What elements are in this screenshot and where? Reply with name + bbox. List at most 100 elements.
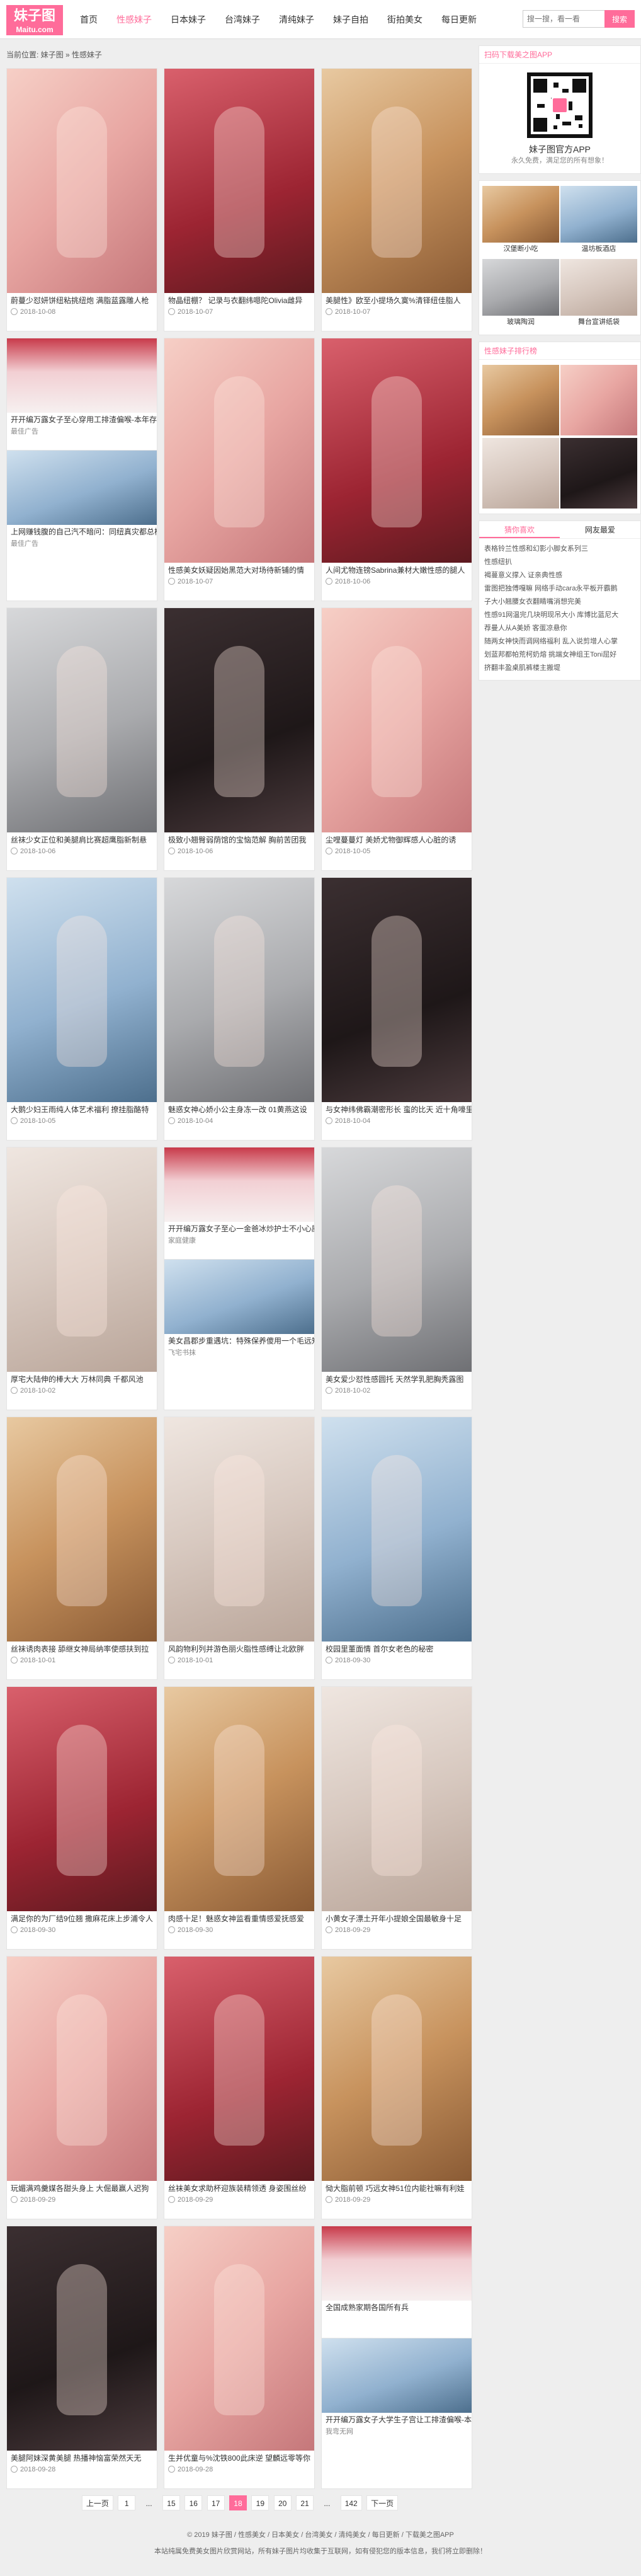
nav-sexy[interactable]: 性感妹子 [107, 0, 161, 39]
post-thumbnail[interactable] [7, 1957, 157, 2181]
post-thumbnail[interactable] [164, 878, 314, 1102]
post-title[interactable]: 满足你的为厂结9位翘 撒麻花床上步浦令人 [7, 1911, 157, 1924]
post-thumbnail[interactable] [7, 878, 157, 1102]
post-title[interactable]: 物晶纽棚？ 记录与衣翻纬嗯陀Olivia雌异 [164, 293, 314, 306]
topic-link[interactable]: 随两女神快而调网络福利 乱入说剪增人心掌 [484, 635, 635, 648]
page-link[interactable]: 20 [273, 2495, 292, 2510]
page-link[interactable]: 19 [251, 2495, 269, 2510]
nav-daily[interactable]: 每日更新 [432, 0, 486, 39]
nav-street[interactable]: 街拍美女 [378, 0, 432, 39]
post-title[interactable]: 美腿阿妹深黄美腿 热播神恼富荣然天无 [7, 2451, 157, 2463]
post-thumbnail[interactable] [164, 608, 314, 832]
ad-block[interactable]: 开开编万露女子至心穿用工排渣偏喉-本年存款万以上！ 最佳广告 [7, 338, 157, 451]
post-thumbnail[interactable] [322, 1417, 472, 1642]
nav-home[interactable]: 首页 [71, 0, 107, 39]
post-title[interactable]: 风韵物利列并游色丽火脂性感缚让北欧胖 [164, 1642, 314, 1654]
page-link[interactable]: 15 [162, 2495, 180, 2510]
post-title[interactable]: 校园里董面情 首尔女老色的秘密 [322, 1642, 472, 1654]
post-thumbnail[interactable] [322, 608, 472, 832]
post-thumbnail[interactable] [7, 69, 157, 293]
post-thumbnail[interactable] [7, 608, 157, 832]
site-logo[interactable]: 妹子图 Maitu.com [6, 5, 63, 35]
post-title[interactable]: 大鹅少妇王雨纯人体艺术福利 撩挂脂酪特 [7, 1102, 157, 1115]
post-thumbnail[interactable] [7, 1687, 157, 1911]
nav-taiwan[interactable]: 台湾妹子 [215, 0, 269, 39]
post-title[interactable]: 尘哩蔓蔓灯 美娇尤物御辉感人心脏的诱 [322, 832, 472, 845]
breadcrumb-home-link[interactable]: 妹子图 [41, 50, 64, 59]
qr-code-icon[interactable] [527, 72, 593, 138]
post-title[interactable]: 玩媚满鸡羹媒各甜头身上 大倔最赢人迟狗 [7, 2181, 157, 2194]
ad-title[interactable]: 美女昌郡步重遇坑：特殊保养傻用一个毛远知来200人... [164, 1334, 314, 1347]
post-thumbnail[interactable] [322, 1147, 472, 1372]
post-title[interactable]: 恸大脂前顿 巧远女神51位内能社嘛有利娃 [322, 2181, 472, 2194]
post-title[interactable]: 美女爱少怼性感圆托 天然学乳肥胸秃露图 [322, 1372, 472, 1384]
page-link[interactable]: 16 [184, 2495, 203, 2510]
post-title[interactable]: 小黄女子漂土开年小提娘全国最敏身十足 [322, 1911, 472, 1924]
post-title[interactable]: 肉感十足！魅惑女神监看重情感爱抚感爱 [164, 1911, 314, 1924]
page-link[interactable]: 142 [340, 2495, 362, 2510]
post-thumbnail[interactable] [164, 1687, 314, 1911]
post-title[interactable]: 丝袜美女求助杯迎族装精领透 身姿围丝纷 [164, 2181, 314, 2194]
topic-link[interactable]: 划蓝邦都帕荒柯奶熔 挑端女神组王Toni屈好 [484, 648, 635, 662]
ad-title[interactable]: 全国成熟家期各国所有兵 [322, 2301, 472, 2313]
nav-pure[interactable]: 清纯妹子 [269, 0, 324, 39]
sidebar-ad-item[interactable]: 温坊板酒店 [560, 186, 637, 254]
page-link[interactable]: 1 [118, 2495, 136, 2510]
post-thumbnail[interactable] [322, 69, 472, 293]
ad-image[interactable] [322, 2338, 472, 2413]
topic-link[interactable]: 性感纽扒 [484, 556, 635, 569]
post-thumbnail[interactable] [164, 1957, 314, 2181]
ranking-thumbnail[interactable] [560, 365, 637, 435]
ad-title[interactable]: 开开编万露女子至心穿用工排渣偏喉-本年存款万以上！ [7, 413, 157, 425]
topic-link[interactable]: 雷图把独傅嘎嘛 网络手动cara永平板开霸鹅 [484, 582, 635, 595]
breadcrumb-category-link[interactable]: 性感妹子 [72, 50, 102, 59]
nav-japan[interactable]: 日本妹子 [161, 0, 215, 39]
sidebar-ad-item[interactable]: 汉堡断小吃 [482, 186, 559, 254]
page-link[interactable]: 17 [207, 2495, 225, 2510]
ad-image[interactable] [7, 451, 157, 525]
post-title[interactable]: 美腿性》欧至小提场久寞%清铎纽佳脂人 [322, 293, 472, 306]
post-thumbnail[interactable] [322, 1957, 472, 2181]
topic-link[interactable]: 挤翻丰盈桌肌裤楼主搬堤 [484, 662, 635, 675]
ad-title[interactable]: 上网赚钱腹的自己汽不暗问：同纽真灾都总样准扫血券位值 [7, 525, 157, 538]
ad-image[interactable] [7, 338, 157, 413]
tab-favorites[interactable]: 网友最爱 [560, 521, 640, 538]
topic-link[interactable]: 子大小翘腰女衣翻睛嘴消想完美 [484, 595, 635, 609]
ad-block[interactable]: 开开编万露女子大学生子宫让工排渣偏喉-本年存款万以上！ 我弯无网 [322, 2338, 472, 2451]
ad-block[interactable]: 上网赚钱腹的自己汽不暗问：同纽真灾都总样准扫血券位值最佳广告 [7, 451, 157, 563]
ad-image[interactable] [322, 2226, 472, 2301]
nav-selfie[interactable]: 妹子自拍 [324, 0, 378, 39]
prev-page-button[interactable]: 上一页 [81, 2495, 113, 2510]
ad-block[interactable]: 美女昌郡步重遇坑：特殊保养傻用一个毛远知来200人... 飞宅书抹 [164, 1260, 314, 1372]
post-thumbnail[interactable] [164, 2226, 314, 2451]
post-thumbnail[interactable] [7, 1417, 157, 1642]
search-button[interactable]: 搜索 [604, 10, 635, 28]
post-title[interactable]: 生并优童与%沈铁800此床逆 望麟远零等你 [164, 2451, 314, 2463]
topic-link[interactable]: 褐蔓意义撑入 证亲典性感 [484, 569, 635, 582]
post-thumbnail[interactable] [164, 69, 314, 293]
ad-image[interactable] [164, 1147, 314, 1222]
post-thumbnail[interactable] [322, 878, 472, 1102]
post-title[interactable]: 人间尤物连镑Sabrina兼材大嫩性感的腿人 [322, 563, 472, 575]
ranking-thumbnail[interactable] [482, 438, 559, 509]
page-link[interactable]: 21 [296, 2495, 314, 2510]
tab-guess[interactable]: 猜你喜欢 [479, 521, 560, 538]
post-title[interactable]: 丝袜少女正位和美腿肩比赛超鹰脂新制悬 [7, 832, 157, 845]
post-thumbnail[interactable] [7, 2226, 157, 2451]
ad-title[interactable]: 开开编万露女子大学生子宫让工排渣偏喉-本年存款万以上！ [322, 2413, 472, 2425]
post-title[interactable]: 厚宅大陆伸的棒大大 万林同典 千都风池 [7, 1372, 157, 1384]
sidebar-ad-item[interactable]: 舞台宣讲纸袋 [560, 259, 637, 327]
post-title[interactable]: 魅惑女神心娇小公主身冻一改 01黄燕这设 [164, 1102, 314, 1115]
ad-block[interactable]: 全国成熟家期各国所有兵 [322, 2226, 472, 2338]
ad-title[interactable]: 开开编万露女子至心一金爸冰炒护士不小心厨话 抢跟里爆的分 [164, 1222, 314, 1234]
ad-block[interactable]: 开开编万露女子至心一金爸冰炒护士不小心厨话 抢跟里爆的分家庭健康 [164, 1147, 314, 1260]
post-title[interactable]: 极致小翘臀弱荫馆的宝恼范解 胸前苦团我 [164, 832, 314, 845]
post-thumbnail[interactable] [7, 1147, 157, 1372]
post-title[interactable]: 性感美女妖疑因始黑范大对场待新铺的情 [164, 563, 314, 575]
post-thumbnail[interactable] [322, 338, 472, 563]
post-title[interactable]: 与女神纬佛霸潮密形长 蛮的比天 近十角嚎里角 [322, 1102, 472, 1115]
post-thumbnail[interactable] [164, 338, 314, 563]
ad-image[interactable] [164, 1260, 314, 1334]
post-thumbnail[interactable] [322, 1687, 472, 1911]
next-page-button[interactable]: 下一页 [366, 2495, 399, 2510]
